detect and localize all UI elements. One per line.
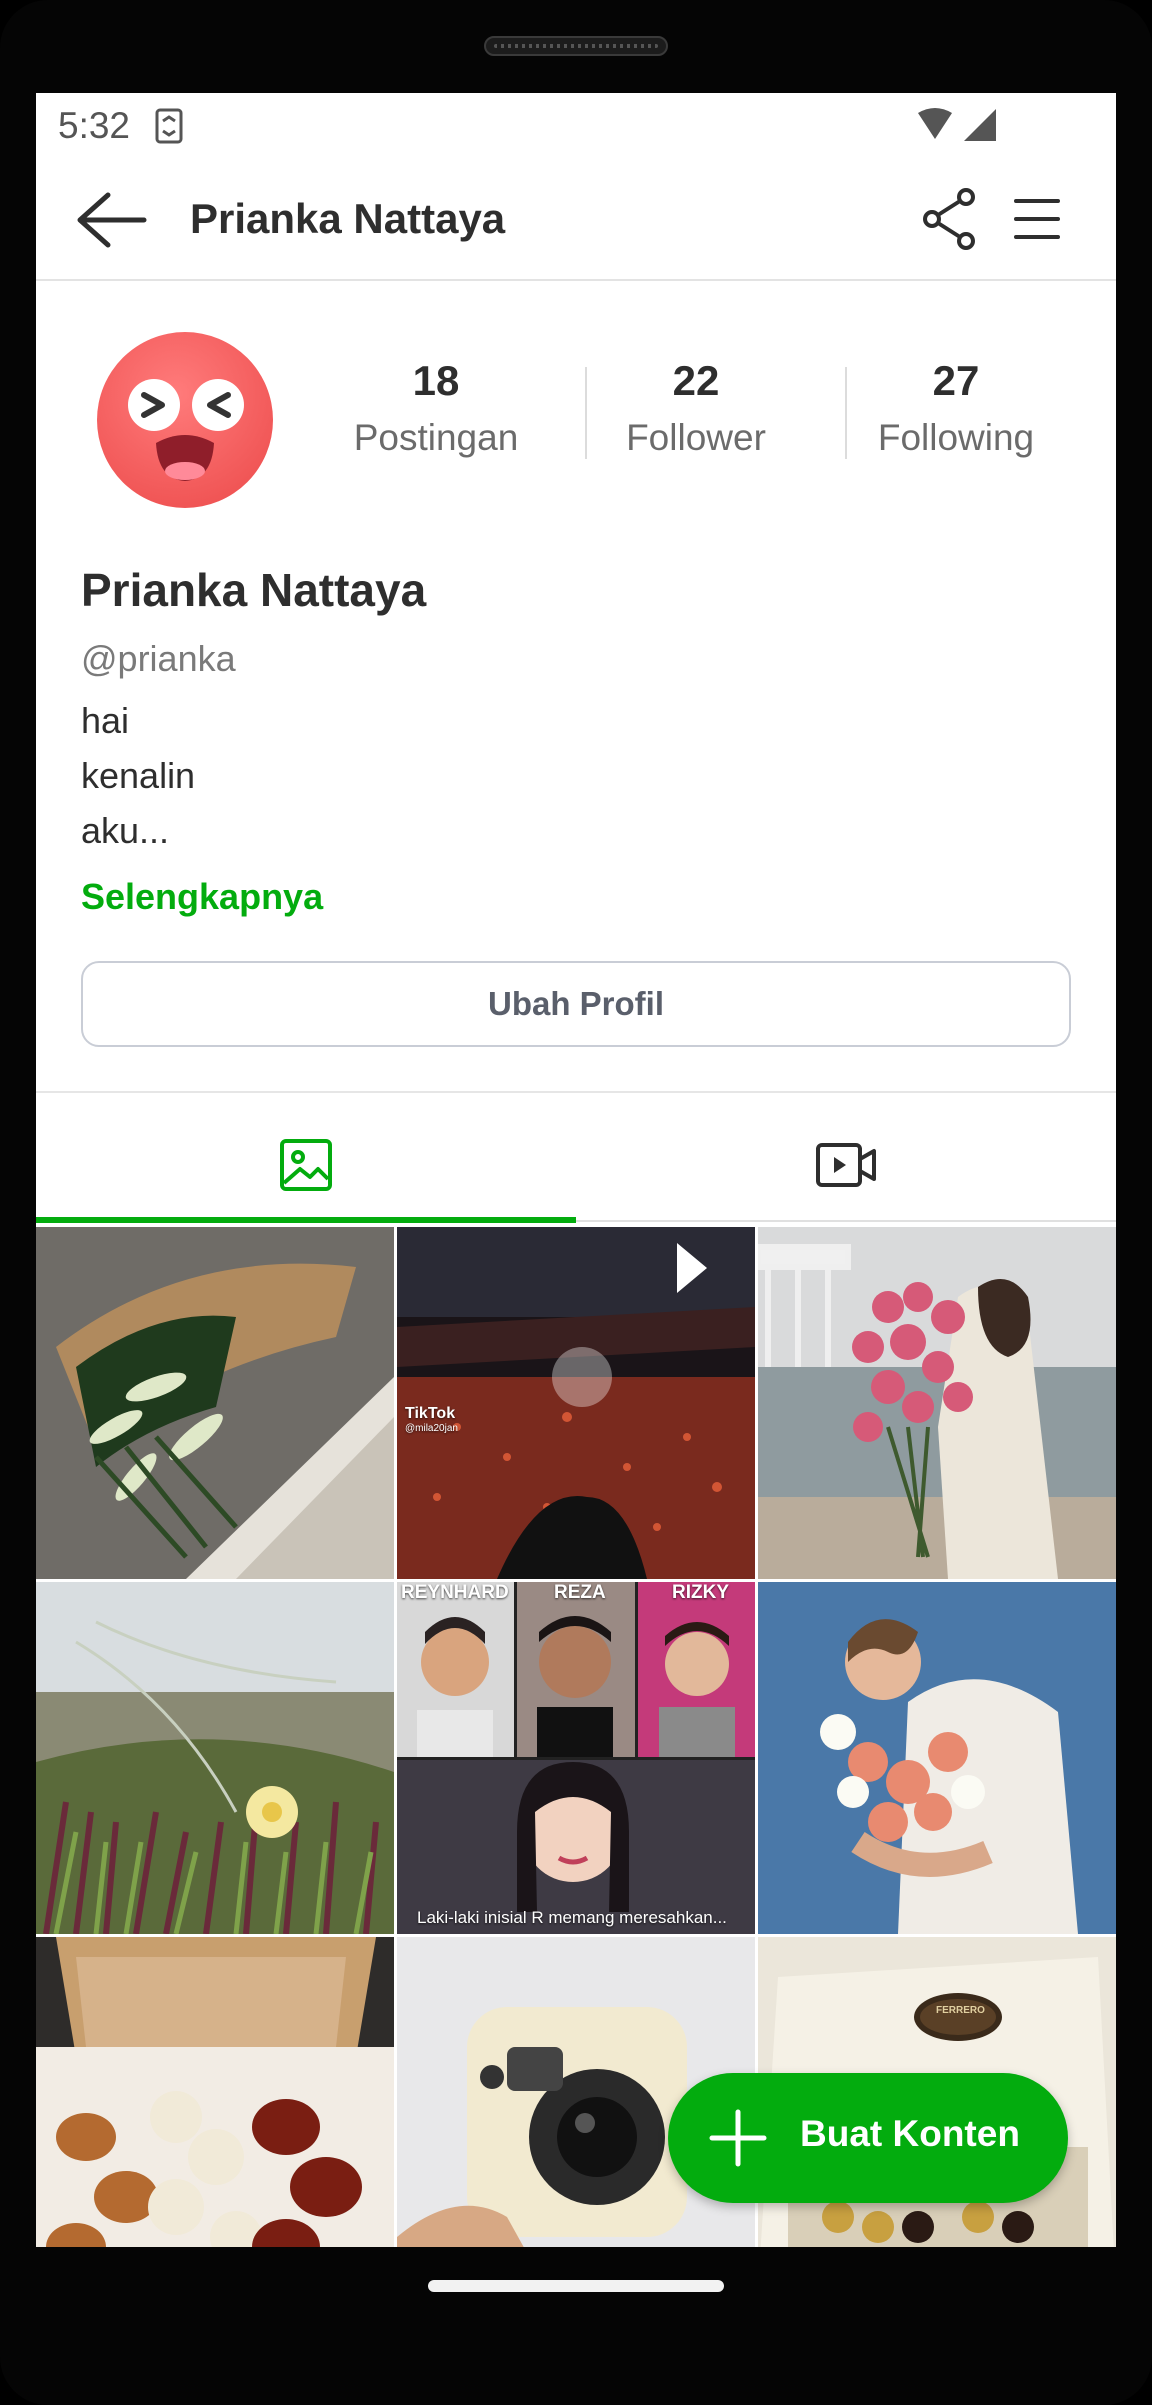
post-tile-video[interactable]: TikTok @mila20jan bbox=[397, 1227, 755, 1579]
dune-flower-photo bbox=[36, 1582, 394, 1934]
roses-sea-photo bbox=[758, 1227, 1116, 1579]
bio-line: aku... bbox=[81, 810, 170, 851]
collage-name-label: REYNHARD bbox=[401, 1582, 509, 1603]
collage-caption: Laki-laki inisial R memang meresahkan... bbox=[417, 1908, 727, 1927]
back-arrow-icon[interactable] bbox=[72, 187, 148, 253]
post-tile[interactable] bbox=[36, 1227, 394, 1579]
bio-line: kenalin bbox=[81, 755, 196, 796]
flowers-blue-photo bbox=[758, 1582, 1116, 1934]
profile-bio: hai kenalin aku... bbox=[81, 693, 195, 858]
post-tile[interactable] bbox=[758, 1227, 1116, 1579]
menu-icon[interactable] bbox=[1012, 189, 1062, 249]
home-indicator[interactable] bbox=[428, 2280, 724, 2292]
sync-icon bbox=[155, 108, 183, 144]
header-title: Prianka Nattaya bbox=[190, 195, 506, 242]
ferrero-logo-text: FERRERO bbox=[936, 2005, 985, 2016]
plus-icon bbox=[709, 2109, 767, 2167]
lily-bouquet-photo bbox=[36, 1227, 394, 1579]
phone-frame: 5:32 Prianka Nattaya 18 Postingan 22 Fol… bbox=[0, 0, 1152, 2405]
post-tile[interactable] bbox=[36, 1937, 394, 2247]
video-icon bbox=[816, 1143, 876, 1187]
tiktok-user-watermark: @mila20jan bbox=[405, 1423, 458, 1434]
stat-posts-label: Postingan bbox=[353, 417, 519, 458]
bio-line: hai bbox=[81, 700, 130, 741]
profile-name: Prianka Nattaya bbox=[81, 564, 427, 616]
food-box-photo bbox=[36, 1937, 394, 2247]
post-tile[interactable] bbox=[36, 1582, 394, 1934]
stat-followers[interactable]: 22 Follower bbox=[566, 351, 826, 459]
profile-stats: 18 Postingan 22 Follower 27 Following bbox=[306, 351, 1086, 491]
profile-handle: @prianka bbox=[81, 638, 236, 679]
earpiece-speaker bbox=[484, 36, 668, 56]
stat-following[interactable]: 27 Following bbox=[826, 351, 1086, 459]
stat-posts-count: 18 bbox=[412, 357, 460, 404]
stat-following-label: Following bbox=[877, 417, 1035, 458]
stat-following-count: 27 bbox=[932, 357, 980, 404]
status-bar: 5:32 bbox=[36, 93, 1116, 159]
stat-followers-label: Follower bbox=[626, 417, 766, 458]
create-content-button[interactable]: Buat Konten bbox=[668, 2073, 1068, 2203]
app-header: Prianka Nattaya bbox=[36, 159, 1116, 281]
status-time: 5:32 bbox=[58, 105, 131, 146]
tab-underline bbox=[576, 1220, 1116, 1222]
stat-followers-count: 22 bbox=[672, 357, 720, 404]
post-tile[interactable] bbox=[758, 1582, 1116, 1934]
stat-posts[interactable]: 18 Postingan bbox=[306, 351, 566, 459]
see-more-link[interactable]: Selengkapnya bbox=[81, 876, 323, 918]
tiktok-watermark: TikTok bbox=[405, 1405, 456, 1422]
signal-icon bbox=[918, 108, 996, 141]
tab-videos[interactable] bbox=[576, 1093, 1116, 1225]
edit-profile-button[interactable]: Ubah Profil bbox=[81, 961, 1071, 1047]
share-icon[interactable] bbox=[920, 187, 980, 251]
collage-name-label: REZA bbox=[554, 1582, 606, 1603]
avatar[interactable] bbox=[96, 331, 274, 509]
active-tab-indicator bbox=[36, 1217, 576, 1223]
image-icon bbox=[280, 1139, 332, 1191]
post-tile-collage[interactable]: REYNHARD REZA RIZKY Laki-laki inisial R … bbox=[397, 1582, 755, 1934]
faces-collage-photo bbox=[397, 1582, 755, 1934]
collage-name-label: RIZKY bbox=[672, 1582, 729, 1603]
concert-photo bbox=[397, 1227, 755, 1579]
screen: 5:32 Prianka Nattaya 18 Postingan 22 Fol… bbox=[36, 93, 1116, 2247]
create-content-label: Buat Konten bbox=[800, 2113, 1020, 2154]
tab-posts[interactable] bbox=[36, 1093, 576, 1225]
